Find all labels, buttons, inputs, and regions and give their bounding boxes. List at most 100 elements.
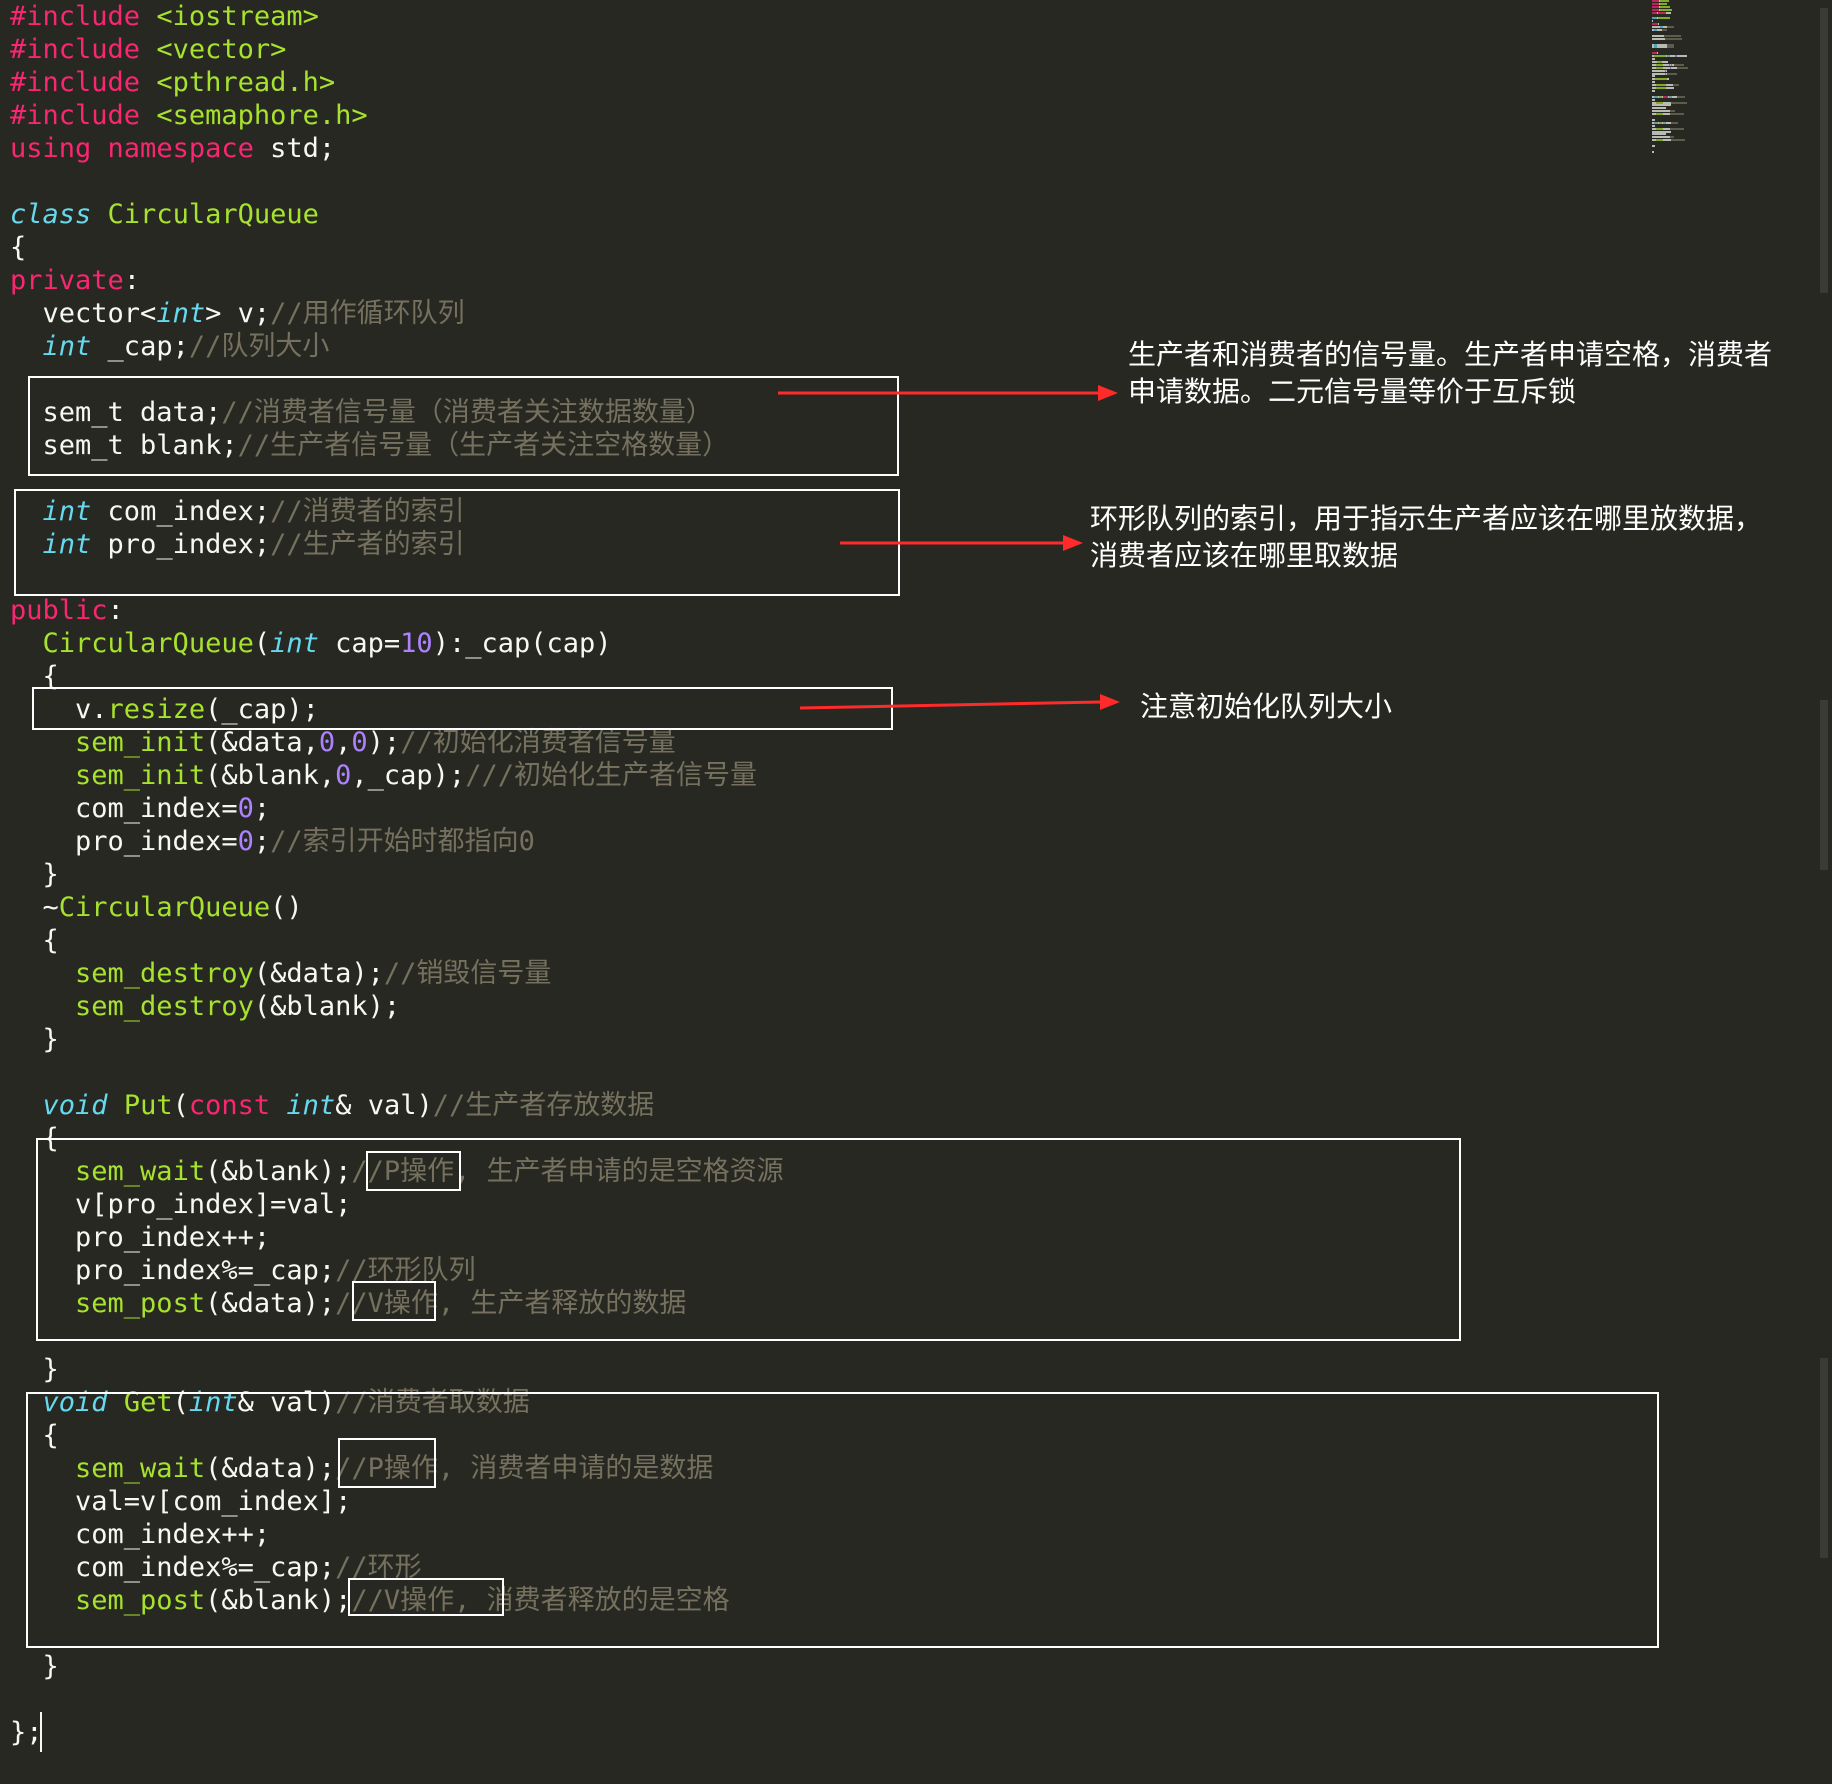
annotation-semaphores-line2: 申请数据。二元信号量等价于互斥锁 <box>1128 375 1577 408</box>
code-line[interactable]: com_index=0; <box>10 792 270 825</box>
code-line[interactable]: sem_init(&blank,0,_cap);///初始化生产者信号量 <box>10 759 757 792</box>
code-line[interactable]: } <box>10 1023 59 1056</box>
code-token: } <box>10 1354 59 1385</box>
code-line[interactable]: CircularQueue(int cap=10):_cap(cap) <box>10 627 612 660</box>
minimap-stroke <box>1652 107 1666 110</box>
minimap-stroke <box>1671 139 1685 142</box>
minimap-stroke <box>1671 101 1687 104</box>
minimap-stroke <box>1657 52 1658 55</box>
minimap-stroke <box>1652 72 1665 75</box>
minimap-stroke <box>1652 20 1653 23</box>
code-token: { <box>10 232 27 263</box>
code-line[interactable]: using namespace std; <box>10 132 335 165</box>
code-line[interactable]: pro_index=0;//索引开始时都指向0 <box>10 825 535 858</box>
minimap-stroke <box>1652 133 1666 136</box>
code-token: () <box>270 892 303 923</box>
code-token: std; <box>253 133 336 164</box>
scrollbar-marker <box>1820 700 1828 870</box>
code-token: sem_destroy <box>75 991 254 1022</box>
code-line[interactable]: vector<int> v;//用作循环队列 <box>10 297 465 330</box>
code-token: ; <box>253 793 271 824</box>
code-token: : <box>107 595 124 626</box>
code-token: 10 <box>400 628 433 659</box>
minimap-stroke <box>1656 101 1663 104</box>
code-line[interactable]: } <box>10 858 59 891</box>
minimap[interactable] <box>1652 0 1724 160</box>
minimap-stroke <box>1657 46 1667 49</box>
code-line[interactable]: sem_destroy(&data);//销毁信号量 <box>10 957 551 990</box>
minimap-stroke <box>1652 81 1655 84</box>
annotation-indexes-line1: 环形队列的索引，用于指示生产者应该在哪里放数据， <box>1090 502 1763 535</box>
minimap-stroke <box>1677 95 1685 98</box>
code-token: ~ <box>10 892 59 923</box>
code-token: }; <box>10 1717 43 1748</box>
code-token: com_index= <box>10 793 238 824</box>
code-line[interactable]: { <box>10 924 59 957</box>
code-token: CircularQueue <box>42 628 254 659</box>
code-line[interactable]: sem_init(&data,0,0);//初始化消费者信号量 <box>10 726 676 759</box>
code-line[interactable]: private: <box>10 264 140 297</box>
code-token: using <box>10 133 92 164</box>
code-line[interactable]: #include <semaphore.h> <box>10 99 368 132</box>
minimap-stroke <box>1652 26 1660 29</box>
code-line[interactable]: ~CircularQueue() <box>10 891 303 924</box>
code-token: public <box>10 595 108 626</box>
minimap-stroke <box>1658 11 1666 14</box>
minimap-stroke <box>1666 84 1673 87</box>
minimap-stroke <box>1670 136 1674 139</box>
minimap-stroke <box>1656 84 1666 87</box>
minimap-stroke <box>1663 113 1670 116</box>
code-line[interactable]: } <box>10 1353 59 1386</box>
code-line[interactable]: public: <box>10 594 124 627</box>
code-line[interactable]: }; <box>10 1716 43 1749</box>
code-token: ,_cap); <box>351 760 466 791</box>
code-token: #include <box>10 1 141 32</box>
code-line[interactable]: #include <iostream> <box>10 0 319 33</box>
code-token: class <box>10 199 92 230</box>
minimap-stroke <box>1667 26 1674 29</box>
code-token: pro_index= <box>10 826 238 857</box>
highlight-box-put-body <box>36 1138 1461 1341</box>
code-token: 0 <box>318 727 336 758</box>
highlight-box-p-op-get <box>338 1438 436 1488</box>
code-token: 0 <box>237 826 254 857</box>
code-token: //用作循环队列 <box>270 298 465 329</box>
code-line[interactable]: #include <pthread.h> <box>10 66 335 99</box>
minimap-stroke <box>1666 11 1671 14</box>
minimap-stroke <box>1652 124 1655 127</box>
minimap-stroke <box>1663 66 1670 69</box>
minimap-stroke <box>1652 145 1655 147</box>
scrollbar-thumb[interactable] <box>1820 8 1828 293</box>
minimap-stroke <box>1671 121 1678 124</box>
code-line[interactable]: void Put(const int& val)//生产者存放数据 <box>10 1089 655 1122</box>
code-line[interactable]: class CircularQueue <box>10 198 319 231</box>
code-line[interactable]: #include <vector> <box>10 33 286 66</box>
highlight-box-v-op-get <box>348 1578 504 1616</box>
code-token: private <box>10 265 124 296</box>
code-token: CircularQueue <box>58 892 271 923</box>
annotation-resize-line1: 注意初始化队列大小 <box>1140 690 1393 723</box>
code-token: sem_init <box>75 760 206 791</box>
code-line[interactable]: { <box>10 231 26 264</box>
code-token: ); <box>367 727 401 758</box>
code-line[interactable]: } <box>10 1650 59 1683</box>
minimap-stroke <box>1670 110 1675 113</box>
code-line[interactable]: sem_destroy(&blank); <box>10 990 400 1023</box>
minimap-stroke <box>1652 150 1654 153</box>
vertical-scrollbar[interactable] <box>1820 0 1828 1784</box>
code-line[interactable]: int _cap;//队列大小 <box>10 330 330 363</box>
minimap-stroke <box>1662 29 1667 31</box>
minimap-stroke <box>1660 5 1670 8</box>
code-token: <pthread.h> <box>156 67 336 98</box>
code-token: <vector> <box>156 34 287 65</box>
code-token: vector< <box>10 298 157 329</box>
minimap-stroke <box>1656 113 1663 116</box>
code-token: const <box>188 1090 271 1121</box>
code-token: //销毁信号量 <box>383 958 552 989</box>
